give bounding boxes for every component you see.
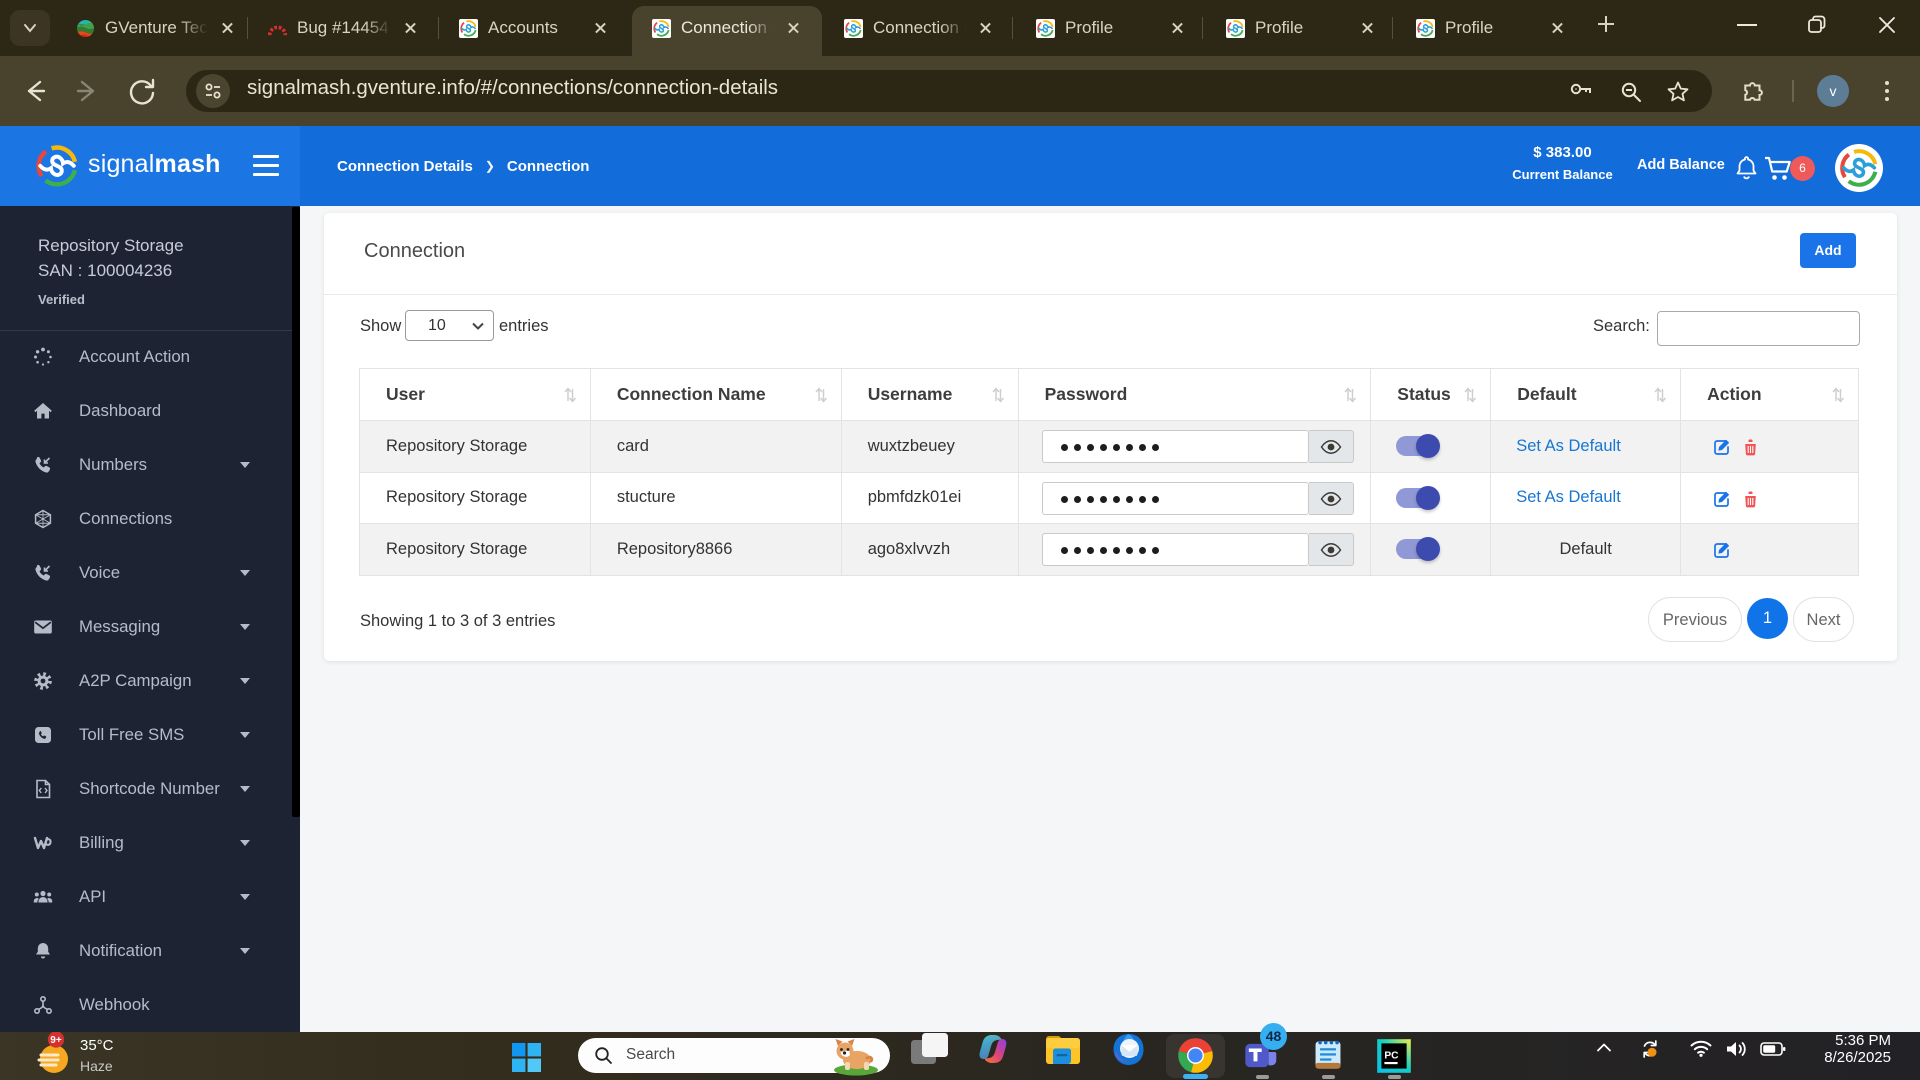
svg-text:PC: PC: [1384, 1050, 1399, 1061]
svg-text:9+: 9+: [50, 1035, 62, 1046]
